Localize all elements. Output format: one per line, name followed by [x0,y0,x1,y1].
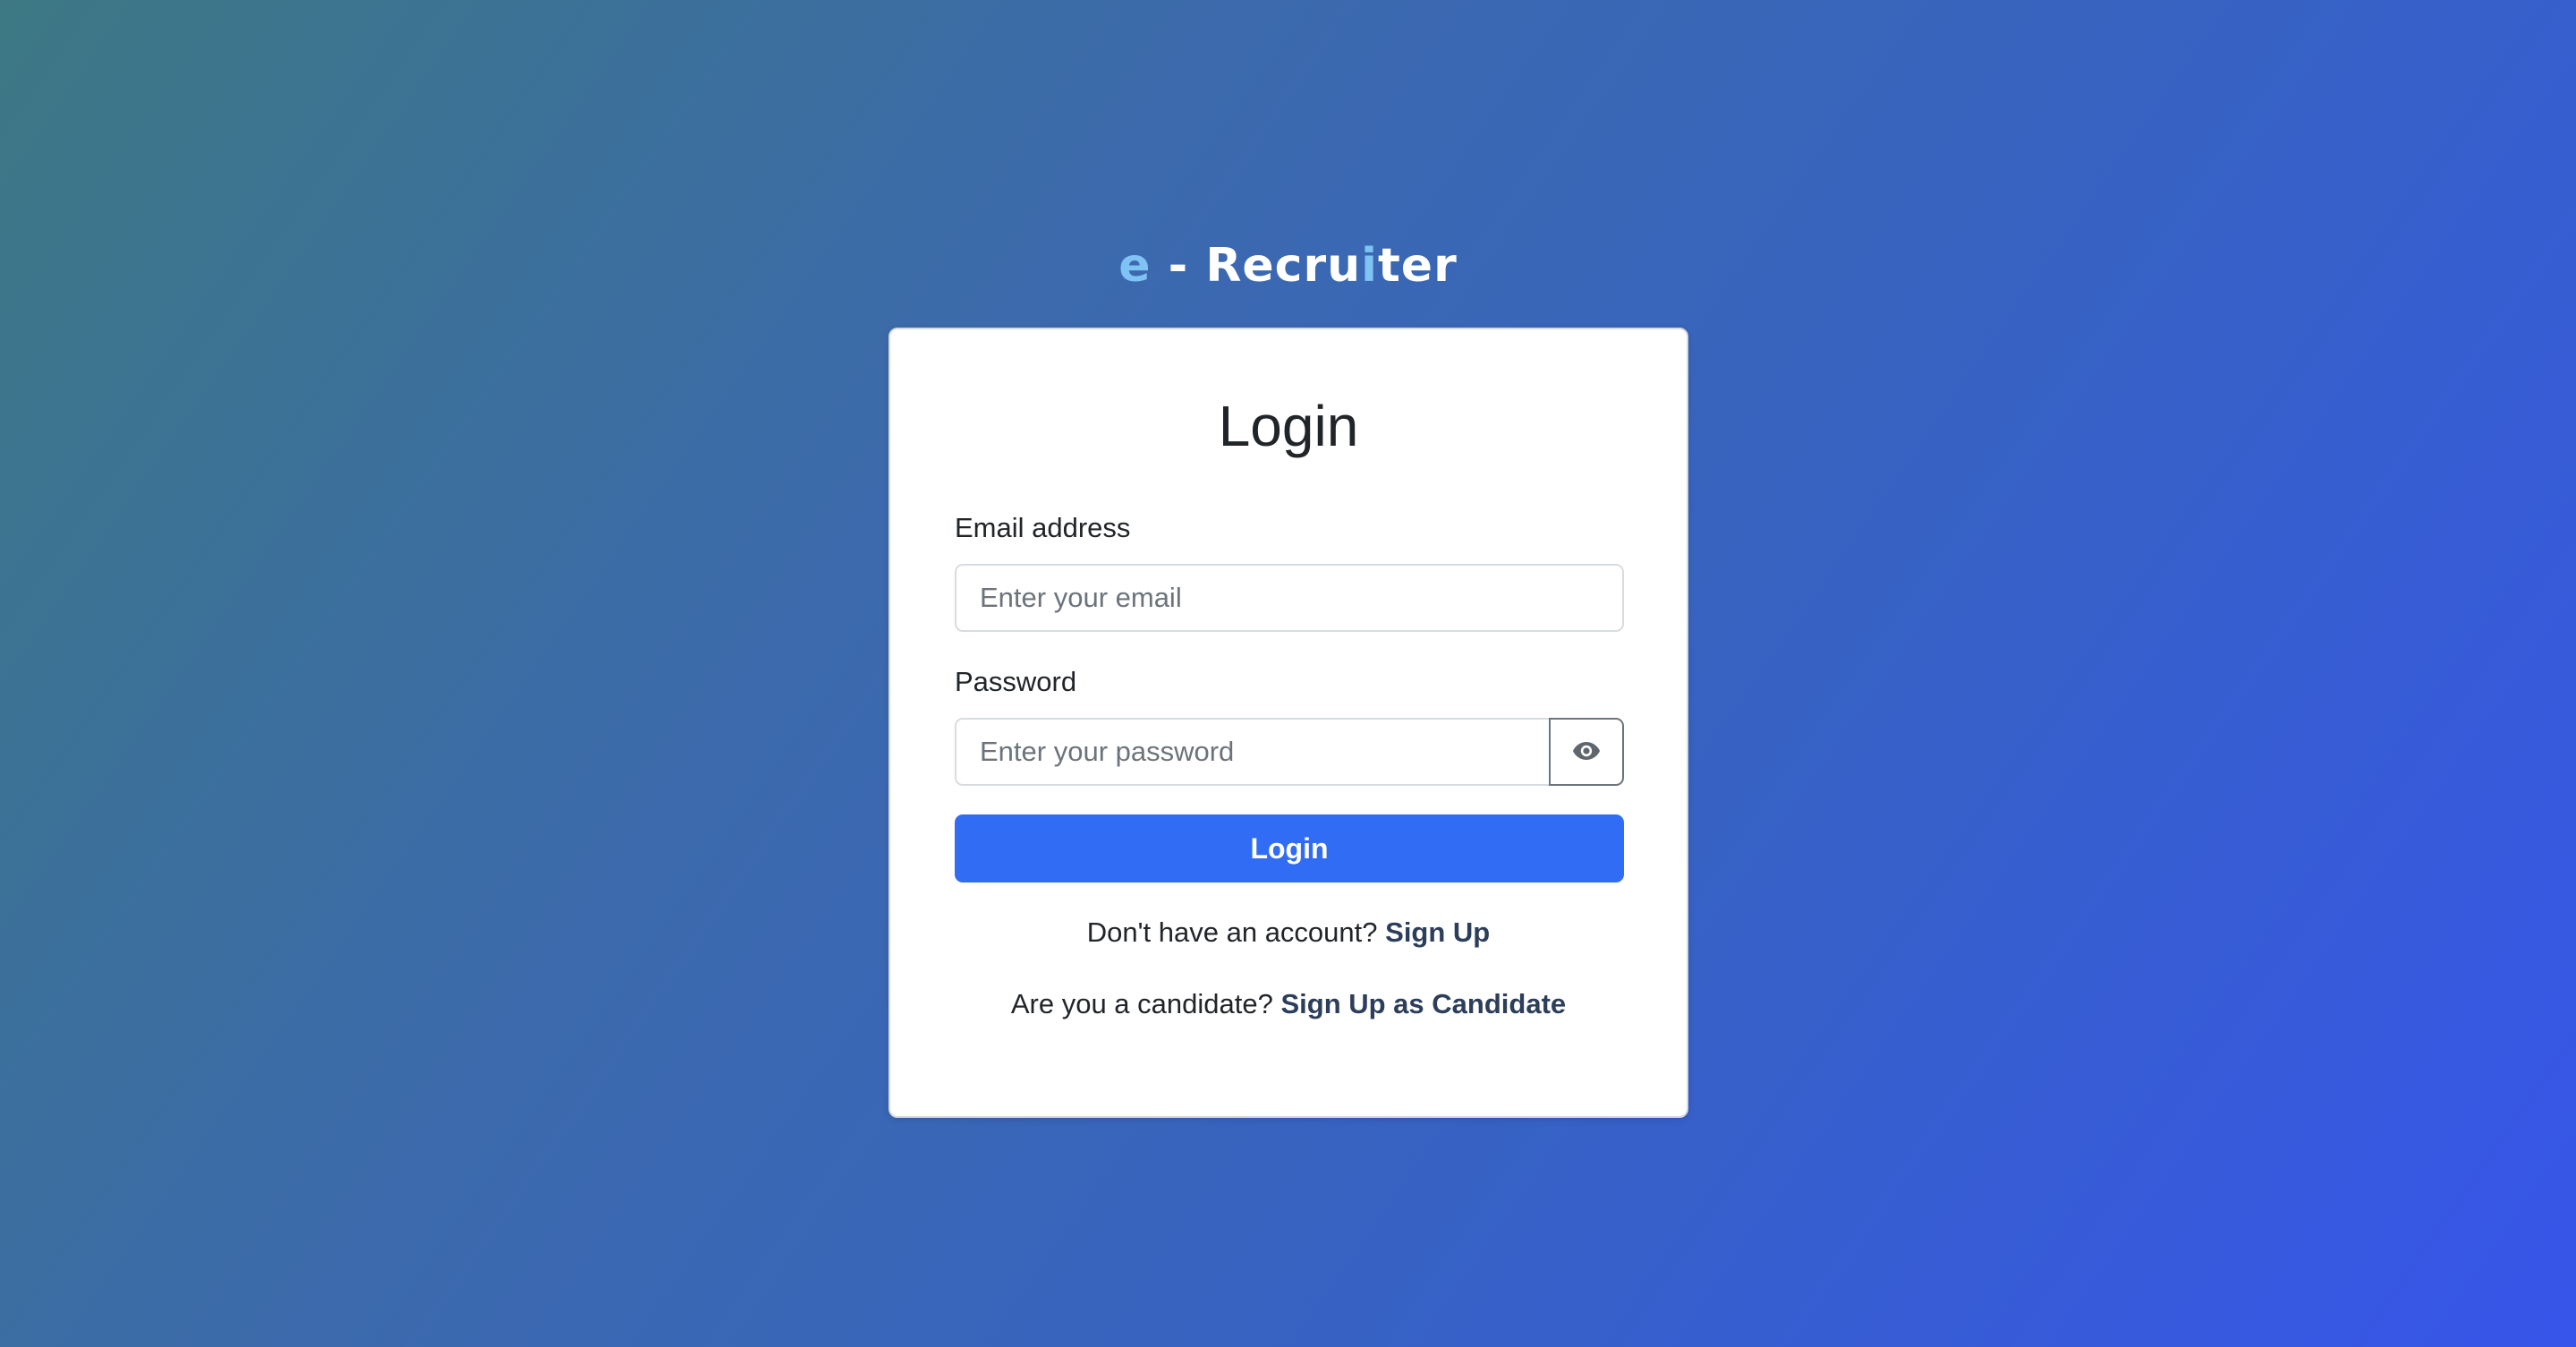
logo-letter-i: i [1361,239,1378,293]
login-button[interactable]: Login [955,814,1624,882]
password-label: Password [955,666,1077,697]
email-label: Email address [955,512,1131,543]
eye-icon [1572,741,1601,763]
signup-row: Don't have an account? Sign Up [890,915,1687,951]
signup-link[interactable]: Sign Up [1385,916,1490,948]
candidate-prompt: Are you a candidate? [1010,988,1273,1019]
signup-prompt: Don't have an account? [1086,916,1378,948]
password-input[interactable] [955,718,1551,786]
login-card: Login Email address Password Login Don't… [888,328,1688,1118]
app-logo: e - Recruiter [0,234,2576,297]
logo-text-start: - Recru [1168,239,1362,293]
logo-text-end: ter [1377,239,1458,293]
page-title: Login [1218,394,1359,458]
candidate-signup-link[interactable]: Sign Up as Candidate [1280,988,1566,1019]
logo-letter-e: e [1118,239,1152,293]
email-input[interactable] [955,564,1624,632]
toggle-password-visibility-button[interactable] [1549,718,1624,786]
candidate-signup-row: Are you a candidate? Sign Up as Candidat… [890,986,1687,1022]
